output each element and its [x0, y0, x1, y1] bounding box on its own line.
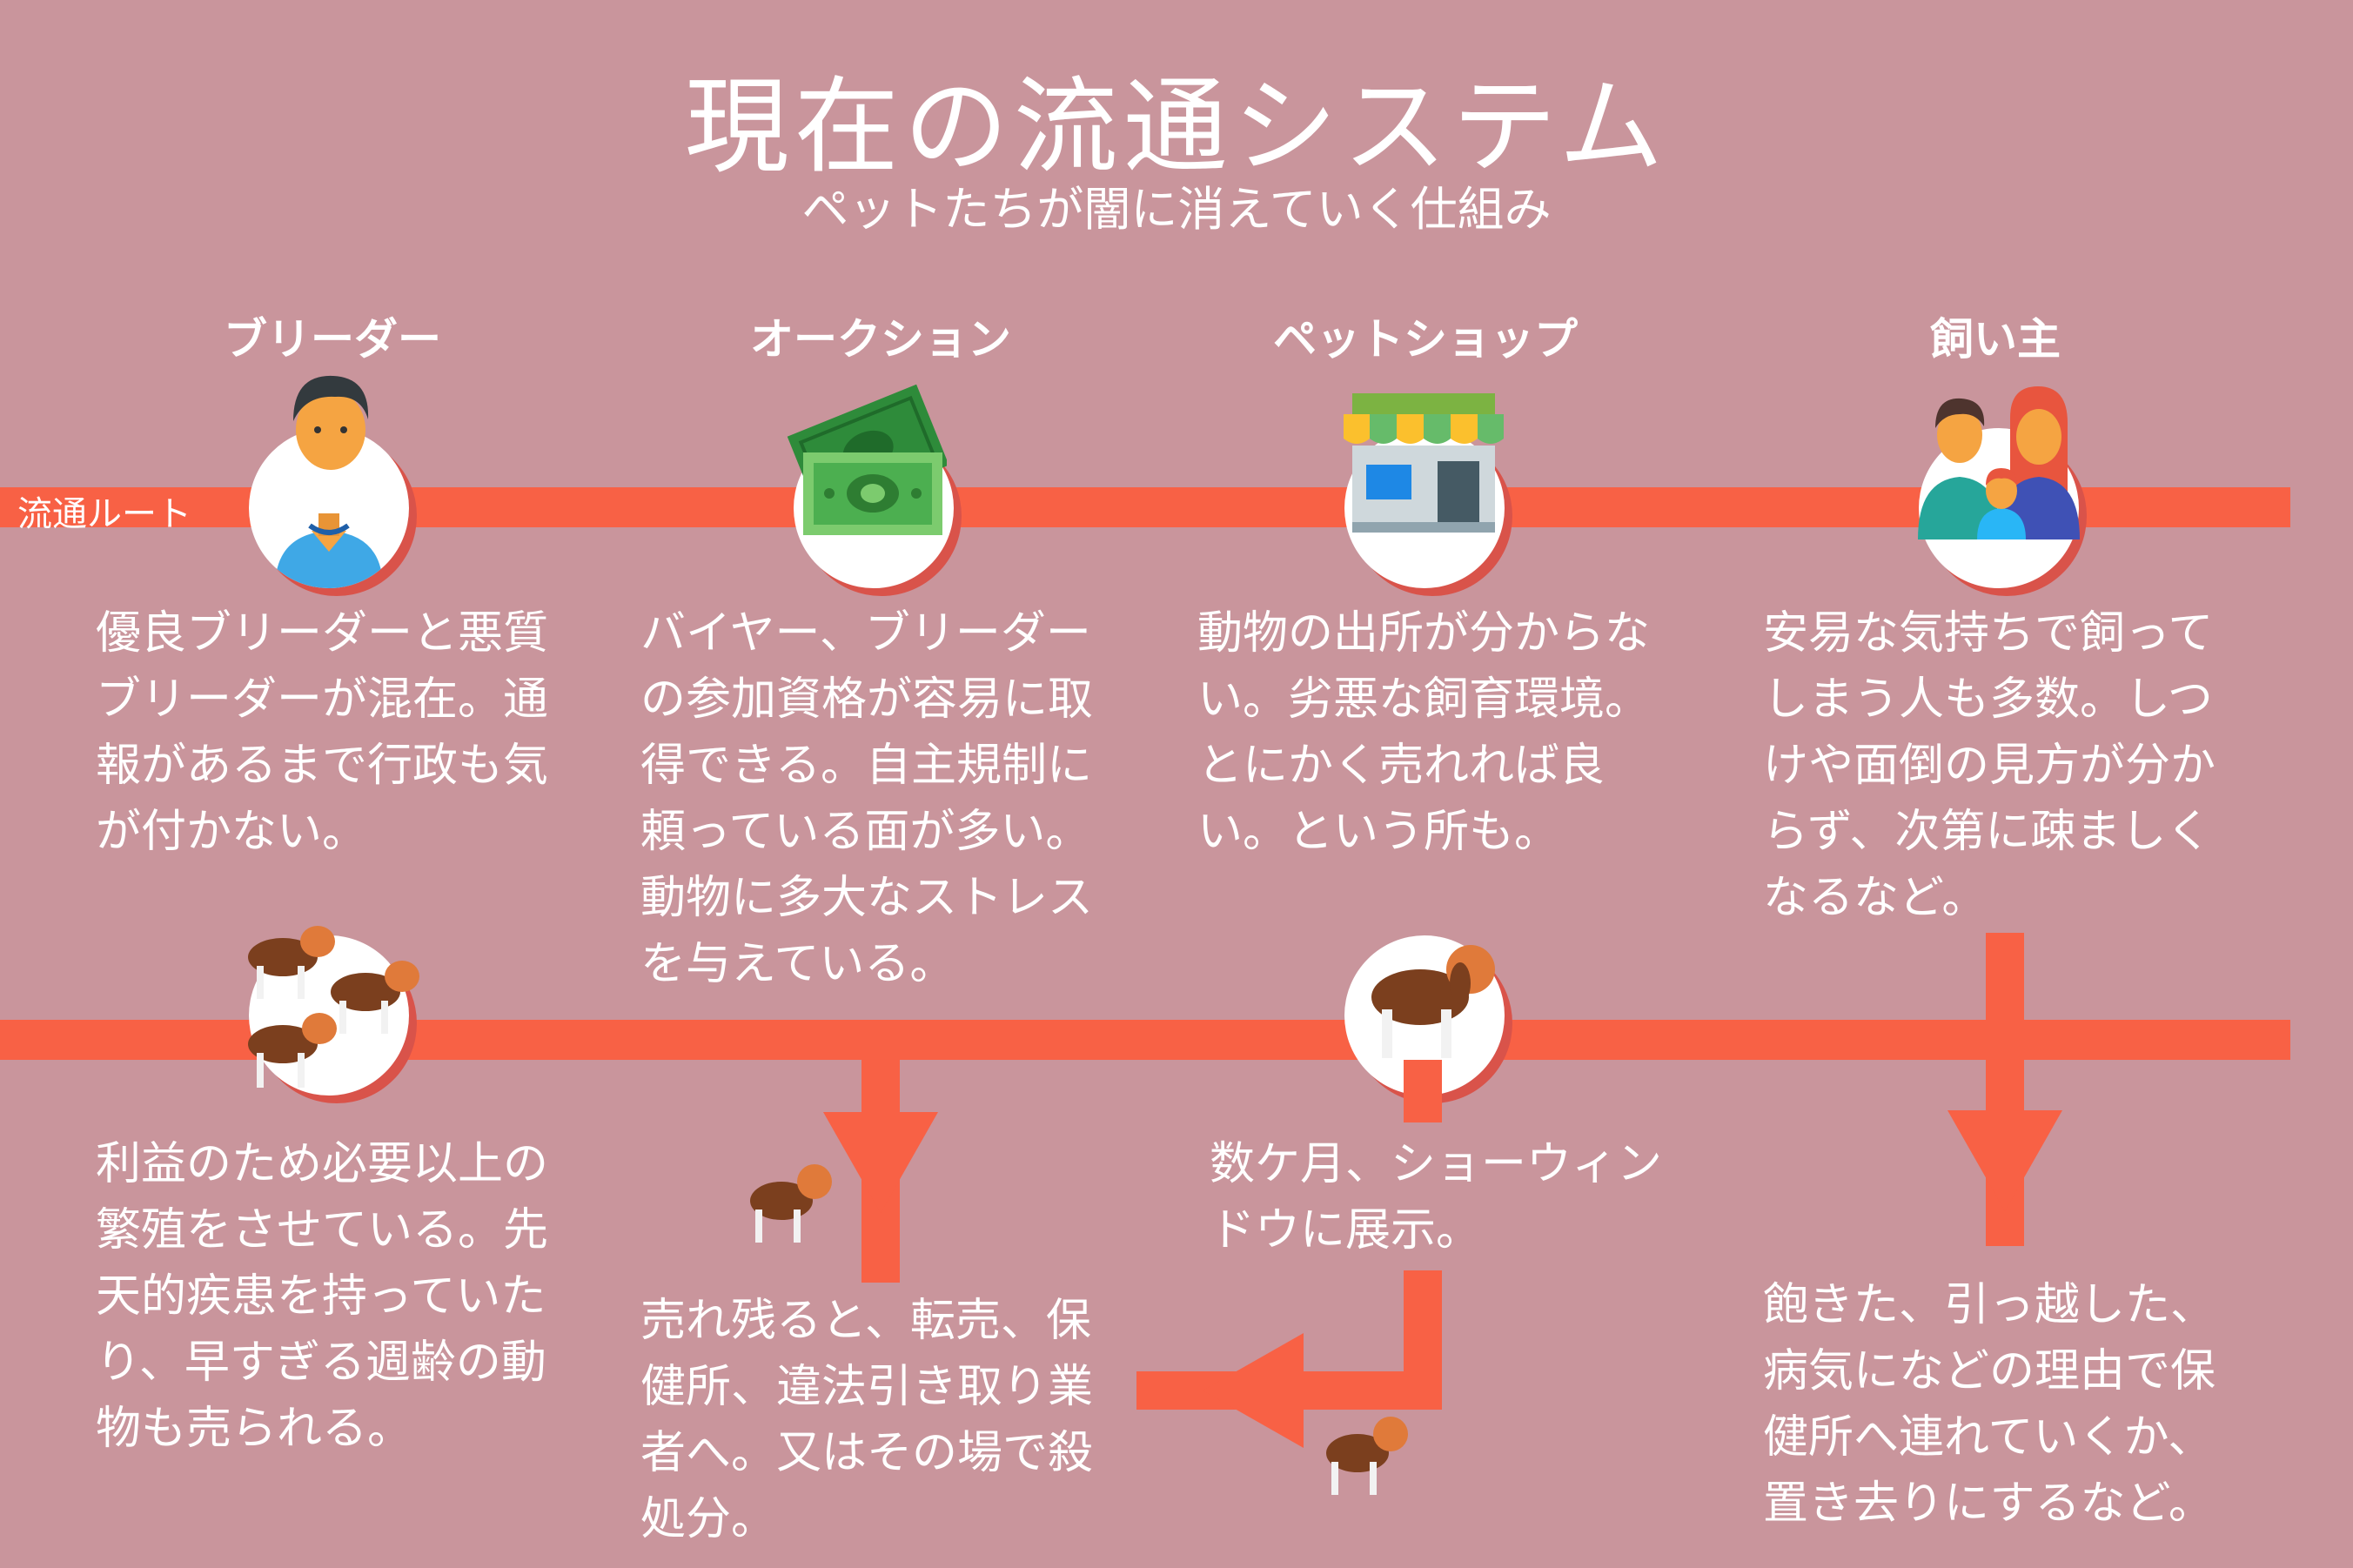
auction-description-bottom: 売れ残ると、転売、保健所、違法引き取り業者へ。又はその場で殺処分。: [640, 1295, 1094, 1545]
column-title-owner: 飼い主: [1930, 314, 2061, 365]
pet-shop-description-bottom: 数ケ月、ショーウィンドウに展示。: [1210, 1138, 1663, 1256]
pet-shop-arrow-stub: [1404, 1060, 1442, 1122]
small-dog-icon: [1316, 1403, 1413, 1500]
breeder-description-top: 優良ブリーダーと悪質ブリーダーが混在。通報があるまで行政も気が付かない。: [96, 607, 549, 858]
auction-arrow-head: [823, 1112, 938, 1213]
column-title-breeder: ブリーダー: [224, 314, 441, 365]
pet-shop-description-top: 動物の出所が分からない。劣悪な飼育環境。とにかく売れれば良い。という所も。: [1197, 607, 1651, 858]
family-icon: [1914, 383, 2088, 539]
auction-description-top: バイヤー、ブリーダーの参加資格が容易に取得できる。自主規制に頼っている面が多い。…: [640, 607, 1094, 990]
dogs-group-icon: [235, 905, 435, 1105]
column-title-auction: オークション: [750, 314, 1011, 365]
breeder-head-icon: [283, 369, 379, 482]
owner-description-bottom: 飽きた、引っ越した、病気になどの理由で保健所へ連れていくか、置き去りにするなど。: [1763, 1279, 2216, 1530]
owner-arrow-head: [1947, 1110, 2062, 1211]
owner-description-top: 安易な気持ちで飼ってしまう人も多数。しつけや面倒の見方が分からず、次第に疎ましく…: [1763, 607, 2216, 924]
dog-icon: [248, 926, 335, 999]
page-subtitle: ペットたちが闇に消えていく仕組み: [801, 182, 1552, 237]
column-title-pet-shop: ペットショップ: [1273, 314, 1578, 365]
route-label: 流通ルート: [17, 494, 191, 534]
pet-shop-arrow-head: [1203, 1333, 1304, 1448]
breeder-description-bottom: 利益のため必要以上の繁殖をさせている。先天的疾患を持っていたり、早すぎる週齢の動…: [96, 1138, 549, 1455]
money-icon: [781, 383, 947, 539]
dog-icon: [1358, 922, 1505, 1070]
pet-shop-icon: [1344, 393, 1504, 533]
